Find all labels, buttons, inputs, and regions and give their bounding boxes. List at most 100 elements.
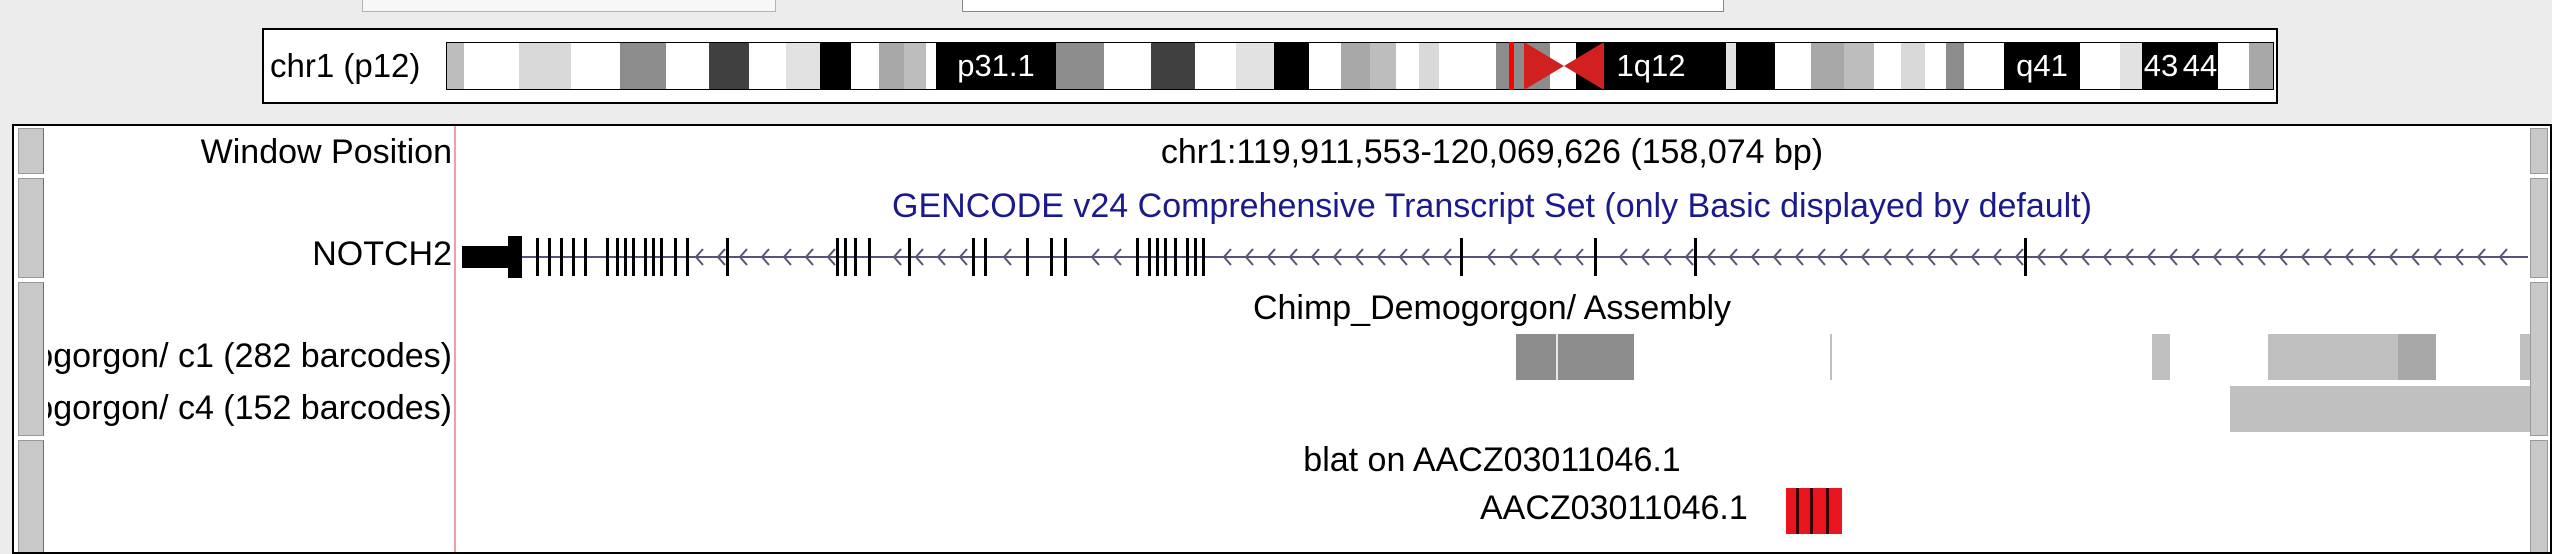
- ideogram-band: [879, 42, 904, 90]
- notch2-exon: [972, 238, 975, 276]
- notch2-exon: [1156, 238, 1159, 276]
- chromosome-label: chr1 (p12): [270, 47, 421, 84]
- ideogram-band: [1054, 42, 1104, 90]
- ideogram-band-label: 1q12: [1617, 48, 1686, 83]
- ideogram-band: [709, 42, 749, 90]
- chimp-c1-gap: [1556, 334, 1558, 380]
- ideogram-band: [571, 42, 620, 90]
- ideogram-band: [1946, 42, 1964, 90]
- chimp-c1-block: [1516, 334, 1556, 380]
- notch2-exon: [836, 238, 839, 276]
- ideogram-band: [1811, 42, 1844, 90]
- ideogram-bands[interactable]: p31.1 1q12 q41 43 44: [446, 42, 2274, 90]
- chimp-c1-block: [2398, 334, 2436, 380]
- notch2-exon: [984, 238, 987, 276]
- ideogram-band: [1844, 42, 1874, 90]
- ideogram-band: [1901, 42, 1925, 90]
- notch2-exon: [1194, 238, 1197, 276]
- notch2-exon: [1174, 238, 1177, 276]
- notch2-utr-block: [462, 246, 516, 268]
- right-handle-bottom[interactable]: [2530, 440, 2548, 552]
- ideogram-band: [1104, 42, 1151, 90]
- track-label-column: Window Position NOTCH2 Demogorgon/ c1 (2…: [48, 126, 454, 552]
- notch2-exon: [844, 238, 847, 276]
- ideogram-band-label: q41: [2016, 48, 2068, 83]
- track-data-area[interactable]: chr1:119,911,553-120,069,626 (158,074 bp…: [456, 126, 2532, 552]
- notch2-exon: [584, 238, 587, 276]
- right-scroll-handles[interactable]: [2530, 126, 2550, 552]
- ideogram-band: [1439, 42, 1496, 90]
- ideogram-band: [1195, 42, 1236, 90]
- blat-hit-block: [1786, 488, 1842, 534]
- ideogram-band: [1736, 42, 1775, 90]
- track-handle-chimp[interactable]: [18, 282, 44, 436]
- ideogram-band-label: 44: [2183, 48, 2217, 83]
- genome-browser-image[interactable]: Window Position NOTCH2 Demogorgon/ c1 (2…: [12, 124, 2552, 554]
- notch2-exon: [1460, 238, 1463, 276]
- chromosome-ideogram[interactable]: chr1 (p12) p31.1 1q12 q41 43 44: [262, 28, 2278, 104]
- ideogram-band: [851, 42, 879, 90]
- notch2-exon: [606, 238, 609, 276]
- notch2-exon: [548, 238, 551, 276]
- ideogram-band: [1396, 42, 1419, 90]
- ideogram-band: [464, 42, 519, 90]
- chimp-row-label-c1[interactable]: Demogorgon/ c1 (282 barcodes): [48, 336, 452, 376]
- notch2-exon: [686, 238, 689, 276]
- ideogram-band: [519, 42, 571, 90]
- blat-hit-line: [1826, 488, 1829, 534]
- ideogram-band: [786, 42, 820, 90]
- chimp-c1-block: [2268, 334, 2398, 380]
- notch2-exon: [1064, 238, 1067, 276]
- notch2-exon: [1164, 238, 1167, 276]
- notch2-exon: [616, 238, 619, 276]
- track-handle-blat[interactable]: [18, 440, 44, 552]
- ideogram-band: [1419, 42, 1439, 90]
- notch2-exon: [572, 238, 575, 276]
- ideogram-band: [666, 42, 709, 90]
- ideogram-band: [749, 42, 786, 90]
- ideogram-band: [1236, 42, 1274, 90]
- gene-label-notch2[interactable]: NOTCH2: [312, 234, 452, 274]
- chimp-c1-block: [2152, 334, 2170, 380]
- position-marker: [1509, 42, 1514, 90]
- notch2-exon: [536, 238, 539, 276]
- notch2-exon: [1148, 238, 1151, 276]
- notch2-exon: [1694, 238, 1697, 276]
- blat-hit-line: [1796, 488, 1799, 534]
- right-handle-top[interactable]: [2530, 128, 2548, 174]
- notch2-exon: [908, 238, 911, 276]
- track-handle-window-position[interactable]: [18, 128, 44, 174]
- chimp-row-label-c4[interactable]: Demogorgon/ c4 (152 barcodes): [48, 388, 452, 428]
- notch2-exon: [644, 238, 647, 276]
- chimp-c1-sliver: [1830, 334, 1832, 380]
- notch2-exon: [660, 238, 663, 276]
- right-handle-mid[interactable]: [2530, 178, 2548, 278]
- notch2-exon: [1594, 238, 1597, 276]
- notch2-exon-first: [508, 236, 522, 278]
- notch2-exon: [652, 238, 655, 276]
- notch2-exon: [1050, 238, 1053, 276]
- right-handle-lower[interactable]: [2530, 282, 2548, 436]
- ideogram-band-label: 43: [2144, 48, 2178, 83]
- blat-hit-line: [1810, 488, 1813, 534]
- notch2-exon: [868, 238, 871, 276]
- top-left-control[interactable]: [362, 0, 776, 12]
- notch2-exon: [560, 238, 563, 276]
- ideogram-band-label: p31.1: [957, 48, 1035, 83]
- ideogram-band: [1309, 42, 1341, 90]
- notch2-exon: [632, 238, 635, 276]
- window-position-label: Window Position: [200, 133, 452, 171]
- notch2-exon: [1202, 238, 1205, 276]
- notch2-exon: [854, 238, 857, 276]
- track-handle-gencode[interactable]: [18, 178, 44, 278]
- notch2-exon: [1136, 238, 1139, 276]
- chimp-c1-block: [1558, 334, 1634, 380]
- top-search-control[interactable]: [962, 0, 1724, 12]
- ideogram-band: [2249, 42, 2274, 90]
- track-graphics[interactable]: [456, 126, 2532, 554]
- notch2-exon: [1026, 238, 1029, 276]
- ideogram-band: [1274, 42, 1309, 90]
- ideogram-band: [820, 42, 851, 90]
- ideogram-band: [1151, 42, 1195, 90]
- ideogram-band: [1341, 42, 1370, 90]
